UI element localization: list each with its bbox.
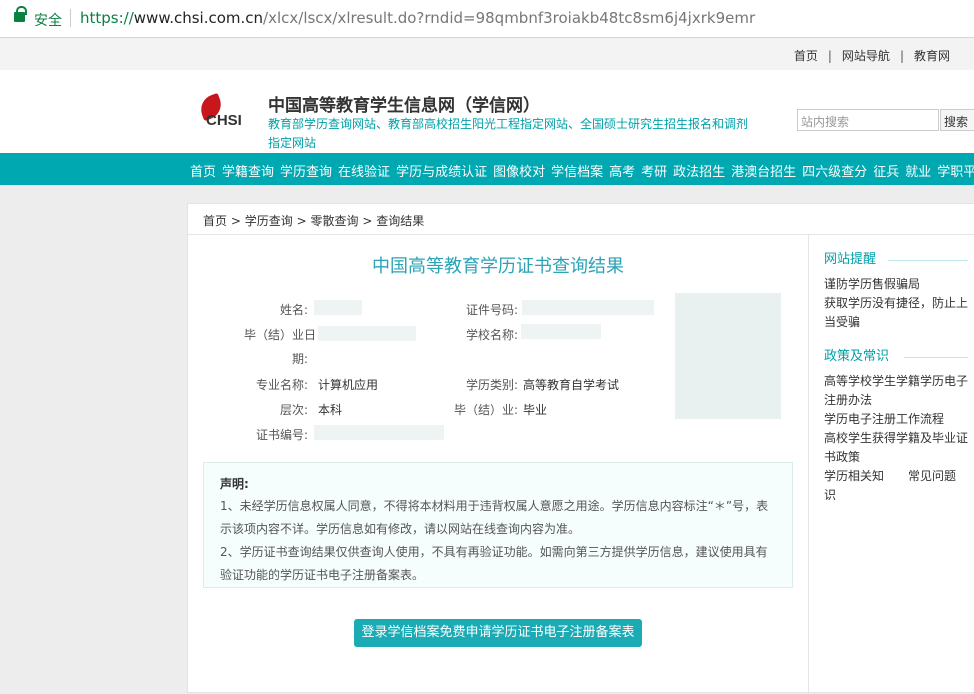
sidebar-policy-item[interactable]: 学历相关知识	[824, 467, 894, 505]
url-path: /xlcx/lscx/xlresult.do?rndid=98qmbnf3roi…	[263, 9, 756, 27]
sidebar-reminder-item[interactable]: 谨防学历售假骗局	[824, 275, 974, 294]
sidebar-title-rule	[904, 357, 968, 358]
breadcrumb-current: 查询结果	[376, 214, 425, 228]
search-button[interactable]: 搜索	[940, 109, 974, 131]
school-label: 学校名称:	[465, 328, 518, 342]
edu-type-label: 学历类别:	[465, 378, 518, 392]
breadcrumb: 首页 > 学历查询 > 零散查询 > 查询结果	[203, 212, 424, 229]
grad-status-value: 毕业	[523, 403, 548, 417]
topnav-edu[interactable]: 教育网	[914, 49, 950, 63]
major-label: 专业名称:	[255, 378, 308, 392]
sidebar-policy-item[interactable]: 常见问题	[908, 467, 968, 486]
main-navigation: 首页 学籍查询 学历查询 在线验证 学历与成绩认证 图像校对 学信档案 高考 考研 政法招生 港澳台…	[0, 153, 974, 185]
nav-item-career[interactable]: 学职平台	[937, 165, 974, 180]
secure-label[interactable]: 安全	[34, 10, 62, 30]
name-label: 姓名:	[279, 303, 308, 317]
breadcrumb-sep: >	[362, 214, 373, 228]
nav-item-cert[interactable]: 学历与成绩认证	[396, 165, 487, 180]
browser-address-bar: 安全 https://www.chsi.com.cn/xlcx/lscx/xlr…	[0, 0, 974, 38]
breadcrumb-xueli[interactable]: 学历查询	[245, 214, 293, 228]
topnav-home[interactable]: 首页	[794, 49, 818, 63]
site-title: 中国高等教育学生信息网（学信网）	[268, 96, 540, 116]
school-value-redacted	[521, 324, 601, 339]
site-header: CHSI 中国高等教育学生信息网（学信网） 教育部学历查询网站、教育部高校招生阳…	[0, 70, 974, 153]
photo-redacted	[675, 293, 781, 419]
search-input[interactable]: 站内搜索	[797, 109, 939, 131]
sidebar-title-rule	[888, 260, 968, 261]
nav-item-army[interactable]: 征兵	[873, 165, 899, 180]
site-subtitle: 教育部学历查询网站、教育部高校招生阳光工程指定网站、全国硕士研究生招生报名和调剂…	[268, 117, 749, 150]
result-title: 中国高等教育学历证书查询结果	[372, 256, 624, 277]
nav-item-cet[interactable]: 四六级查分	[802, 165, 867, 180]
nav-item-job[interactable]: 就业	[905, 165, 931, 180]
url-domain: www.chsi.com.cn	[133, 9, 264, 27]
level-value: 本科	[318, 403, 343, 417]
topnav-divider: |	[827, 49, 832, 63]
url-scheme: https://	[80, 9, 134, 27]
notice-heading: 声明:	[220, 477, 249, 491]
chsi-logo[interactable]: CHSI	[194, 92, 256, 132]
name-value-redacted	[314, 300, 362, 315]
nav-item-archive[interactable]: 学信档案	[551, 165, 603, 180]
logo-text: CHSI	[206, 112, 242, 129]
sidebar-policy-item[interactable]: 高等学校学生学籍学历电子注册办法	[824, 372, 974, 410]
breadcrumb-home[interactable]: 首页	[203, 214, 227, 228]
edu-type-value: 高等教育自学考试	[523, 378, 620, 392]
cert-no-label: 证书编号:	[255, 428, 308, 442]
id-number-label: 证件号码:	[465, 303, 518, 317]
breadcrumb-sep: >	[296, 214, 307, 228]
grad-status-label: 毕（结）业:	[453, 403, 518, 417]
breadcrumb-sep: >	[230, 214, 241, 228]
lock-icon	[14, 6, 27, 22]
grad-date-label-wrap: 期:	[291, 352, 308, 366]
notice-box: 声明: 1、未经学历信息权属人同意，不得将本材料用于违背权属人意愿之用途。学历信…	[203, 462, 793, 588]
nav-item-xueli[interactable]: 学历查询	[280, 165, 332, 180]
url-field[interactable]: https://www.chsi.com.cn/xlcx/lscx/xlresu…	[80, 9, 755, 27]
cert-no-value-redacted	[314, 425, 444, 440]
address-divider	[70, 9, 71, 27]
sidebar-policy-item[interactable]: 学历电子注册工作流程	[824, 410, 974, 429]
nav-item-gat[interactable]: 港澳台招生	[731, 165, 796, 180]
top-navigation: 首页 | 网站导航 | 教育网	[0, 38, 974, 70]
content-panel: 首页 > 学历查询 > 零散查询 > 查询结果 中国高等教育学历证书查询结果 姓…	[187, 203, 974, 694]
sidebar-policy-item[interactable]: 高校学生获得学籍及毕业证书政策	[824, 429, 974, 467]
nav-item-law[interactable]: 政法招生	[673, 165, 725, 180]
nav-item-xueji[interactable]: 学籍查询	[222, 165, 274, 180]
major-value: 计算机应用	[318, 378, 379, 392]
nav-item-verify[interactable]: 在线验证	[338, 165, 390, 180]
topnav-sitemap[interactable]: 网站导航	[842, 49, 890, 63]
topnav-divider: |	[899, 49, 904, 63]
sidebar-divider	[808, 235, 809, 694]
breadcrumb-divider	[188, 234, 974, 235]
level-label: 层次:	[279, 403, 308, 417]
id-number-value-redacted	[522, 300, 654, 315]
notice-line-2: 2、学历证书查询结果仅供查询人使用，不具有再验证功能。如需向第三方提供学历信息，…	[220, 545, 768, 582]
nav-item-image[interactable]: 图像校对	[493, 165, 545, 180]
nav-item-home[interactable]: 首页	[190, 165, 216, 180]
nav-item-kaoyan[interactable]: 考研	[641, 165, 667, 180]
sidebar-reminder-item[interactable]: 获取学历没有捷径，防止上当受骗	[824, 294, 974, 332]
notice-line-1: 1、未经学历信息权属人同意，不得将本材料用于违背权属人意愿之用途。学历信息内容标…	[220, 499, 769, 536]
breadcrumb-lingsan[interactable]: 零散查询	[310, 214, 358, 228]
grad-date-value-redacted	[318, 326, 416, 341]
apply-report-button[interactable]: 登录学信档案免费申请学历证书电子注册备案表	[354, 619, 642, 647]
grad-date-label: 毕（结）业日	[243, 328, 316, 342]
nav-item-gaokao[interactable]: 高考	[609, 165, 635, 180]
